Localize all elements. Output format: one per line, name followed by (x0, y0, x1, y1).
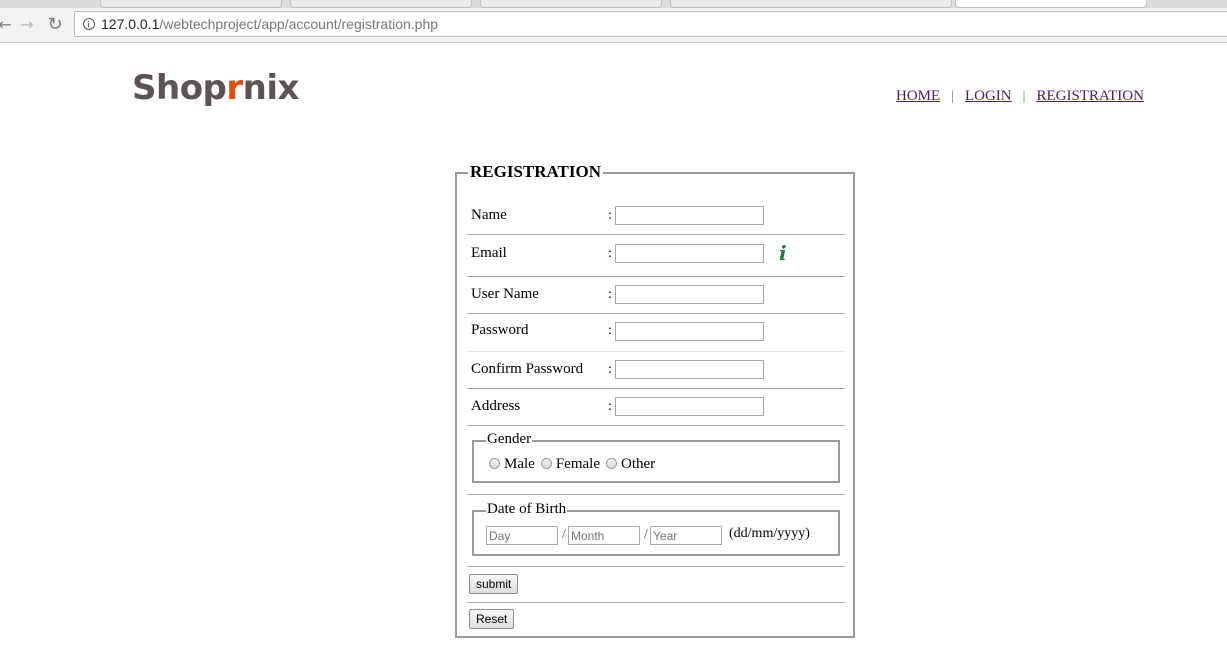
browser-tab[interactable] (670, 0, 952, 8)
gender-fieldset: Gender Male Female Other (472, 431, 840, 483)
address-label: Address (471, 398, 521, 414)
colon: : (608, 208, 612, 223)
gender-radio-female[interactable] (540, 458, 552, 469)
username-input[interactable] (615, 285, 764, 304)
colon: : (608, 287, 612, 302)
back-arrow-icon: ← (0, 14, 12, 34)
url-text: 127.0.0.1/webtechproject/app/account/reg… (101, 16, 438, 32)
password-input[interactable] (615, 322, 764, 341)
form-row-email: Email : i (467, 235, 845, 277)
nav-login-link[interactable]: LOGIN (965, 88, 1012, 105)
forward-arrow-icon: → (20, 14, 34, 34)
address-input[interactable] (615, 397, 764, 416)
confirm-password-label: Confirm Password (471, 361, 584, 377)
gender-option-label: Other (620, 456, 656, 472)
logo-text-nix: nix (242, 68, 300, 108)
browser-tab[interactable] (100, 0, 282, 8)
name-input[interactable] (615, 206, 764, 225)
info-icon[interactable]: i (779, 241, 787, 265)
registration-legend: REGISTRATION (468, 162, 603, 182)
cart-icon: r (226, 68, 243, 108)
browser-toolbar: ← → ↻ 127.0.0.1/webtechproject/app/accou… (0, 8, 1227, 43)
gender-legend: Gender (486, 431, 533, 448)
address-bar[interactable]: 127.0.0.1/webtechproject/app/account/reg… (74, 11, 1227, 37)
email-label: Email (471, 245, 507, 261)
gender-option-label: Female (555, 456, 600, 472)
dob-year-input[interactable] (650, 526, 722, 545)
dob-fieldset: Date of Birth / / (dd/mm/yyyy) (472, 501, 840, 556)
form-row-password: Password : (467, 314, 845, 352)
back-button[interactable]: ← (0, 13, 16, 35)
dob-day-input[interactable] (486, 526, 558, 545)
shopnix-logo[interactable]: Shop r nix (132, 68, 299, 118)
name-label: Name (471, 207, 507, 223)
form-row-submit (467, 567, 845, 603)
registration-form: REGISTRATION Name : Email : i User Name … (455, 162, 855, 638)
confirm-password-input[interactable] (615, 360, 764, 379)
reload-icon: ↻ (47, 13, 63, 35)
forward-button[interactable]: → (16, 13, 38, 35)
nav-home-link[interactable]: HOME (896, 88, 940, 105)
nav-registration-link[interactable]: REGISTRATION (1036, 88, 1144, 105)
form-row-name: Name : (467, 198, 845, 235)
colon: : (608, 362, 612, 377)
submit-button[interactable]: submit (469, 574, 519, 594)
form-row-username: User Name : (467, 277, 845, 314)
password-label: Password (471, 322, 529, 338)
email-input[interactable] (615, 244, 764, 263)
dob-format-hint: (dd/mm/yyyy) (729, 526, 810, 541)
gender-option-label: Male (504, 456, 535, 472)
site-info-icon[interactable] (83, 18, 95, 30)
reload-button[interactable]: ↻ (44, 13, 66, 35)
url-host: 127.0.0.1 (101, 16, 160, 32)
dob-month-input[interactable] (568, 526, 640, 545)
dob-separator: / (644, 527, 648, 542)
colon: : (608, 246, 612, 261)
form-row-confirm-password: Confirm Password : (467, 352, 845, 389)
top-navigation: HOME | LOGIN | REGISTRATION (896, 88, 1144, 105)
colon: : (608, 323, 612, 338)
gender-radio-other[interactable] (605, 458, 617, 469)
nav-separator: | (1022, 88, 1026, 104)
gender-radio-male[interactable] (489, 458, 500, 469)
browser-tab-active[interactable] (955, 0, 1147, 8)
browser-tab[interactable] (290, 0, 472, 8)
reset-button[interactable]: Reset (469, 609, 515, 629)
logo-text-shop: Shop (132, 68, 227, 108)
nav-separator: | (951, 88, 954, 104)
dob-legend: Date of Birth (486, 501, 568, 518)
gender-options: Male Female Other (489, 455, 661, 473)
form-row-address: Address : (467, 389, 845, 426)
colon: : (608, 399, 612, 414)
username-label: User Name (471, 286, 539, 302)
url-path: /webtechproject/app/account/registration… (159, 16, 439, 32)
browser-tab[interactable] (480, 0, 662, 8)
dob-separator: / (562, 527, 566, 542)
